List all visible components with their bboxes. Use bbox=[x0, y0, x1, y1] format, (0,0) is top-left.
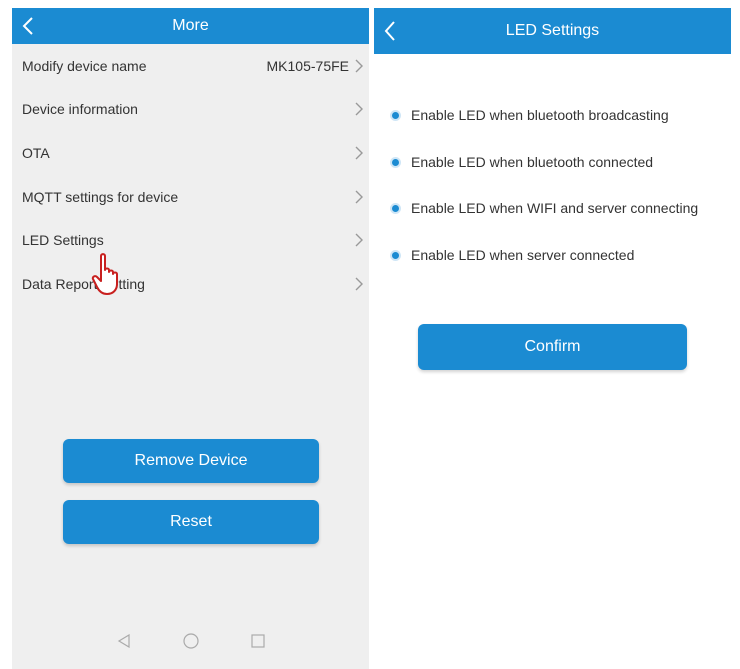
option-bluetooth-connected[interactable]: Enable LED when bluetooth connected bbox=[392, 154, 653, 170]
option-label: Enable LED when bluetooth connected bbox=[411, 154, 654, 170]
radio-selected-icon[interactable] bbox=[392, 204, 399, 212]
home-circle-icon[interactable] bbox=[182, 633, 199, 649]
option-server-connected[interactable]: Enable LED when server connected bbox=[392, 247, 634, 263]
hand-pointer-icon bbox=[91, 253, 118, 295]
option-label: Enable LED when bluetooth broadcasting bbox=[411, 107, 669, 123]
option-wifi-server-connecting[interactable]: Enable LED when WIFI and server connecti… bbox=[392, 200, 698, 216]
recents-square-icon[interactable] bbox=[250, 634, 265, 648]
list-item-label: OTA bbox=[22, 144, 50, 161]
list-item-label: Modify device name bbox=[22, 57, 147, 74]
chevron-right-icon bbox=[355, 146, 363, 160]
page-title: LED Settings bbox=[505, 22, 600, 39]
option-label: Enable LED when server connected bbox=[411, 247, 635, 263]
list-item-label: Data Report Setting bbox=[22, 275, 145, 292]
chevron-right-icon bbox=[355, 277, 363, 291]
list-item-mqtt-settings[interactable]: MQTT settings for device bbox=[12, 175, 369, 219]
radio-selected-icon[interactable] bbox=[392, 111, 399, 119]
list-item-label: Device information bbox=[22, 101, 138, 118]
more-screen: More Modify device name MK105-75FE Devic… bbox=[12, 8, 369, 669]
settings-list: Modify device name MK105-75FE Device inf… bbox=[12, 44, 369, 306]
more-header: More bbox=[12, 8, 369, 44]
list-item-device-information[interactable]: Device information bbox=[12, 88, 369, 132]
list-item-modify-device-name[interactable]: Modify device name MK105-75FE bbox=[12, 44, 369, 88]
list-item-ota[interactable]: OTA bbox=[12, 131, 369, 175]
list-item-label: MQTT settings for device bbox=[22, 188, 179, 205]
back-button[interactable] bbox=[384, 8, 396, 54]
android-nav-bar bbox=[12, 621, 369, 661]
chevron-left-icon bbox=[22, 17, 33, 35]
led-settings-screen: LED Settings Enable LED when bluetooth b… bbox=[374, 8, 731, 669]
option-label: Enable LED when WIFI and server connecti… bbox=[411, 200, 699, 216]
chevron-right-icon bbox=[355, 59, 363, 73]
led-settings-header: LED Settings bbox=[374, 8, 731, 54]
remove-device-button[interactable]: Remove Device bbox=[63, 439, 319, 483]
chevron-right-icon bbox=[355, 233, 363, 247]
chevron-left-icon bbox=[384, 21, 395, 41]
list-item-label: LED Settings bbox=[22, 232, 104, 249]
radio-selected-icon[interactable] bbox=[392, 251, 399, 259]
option-bluetooth-broadcasting[interactable]: Enable LED when bluetooth broadcasting bbox=[392, 107, 669, 123]
confirm-button[interactable]: Confirm bbox=[418, 324, 687, 370]
list-item-led-settings[interactable]: LED Settings bbox=[12, 218, 369, 262]
reset-button[interactable]: Reset bbox=[63, 500, 319, 544]
chevron-right-icon bbox=[355, 190, 363, 204]
back-button[interactable] bbox=[22, 8, 34, 44]
back-triangle-icon[interactable] bbox=[117, 634, 131, 648]
page-title: More bbox=[172, 17, 209, 34]
list-item-data-report-setting[interactable]: Data Report Setting bbox=[12, 262, 369, 306]
radio-selected-icon[interactable] bbox=[392, 158, 399, 166]
chevron-right-icon bbox=[355, 102, 363, 116]
device-name-value: MK105-75FE bbox=[266, 57, 349, 74]
